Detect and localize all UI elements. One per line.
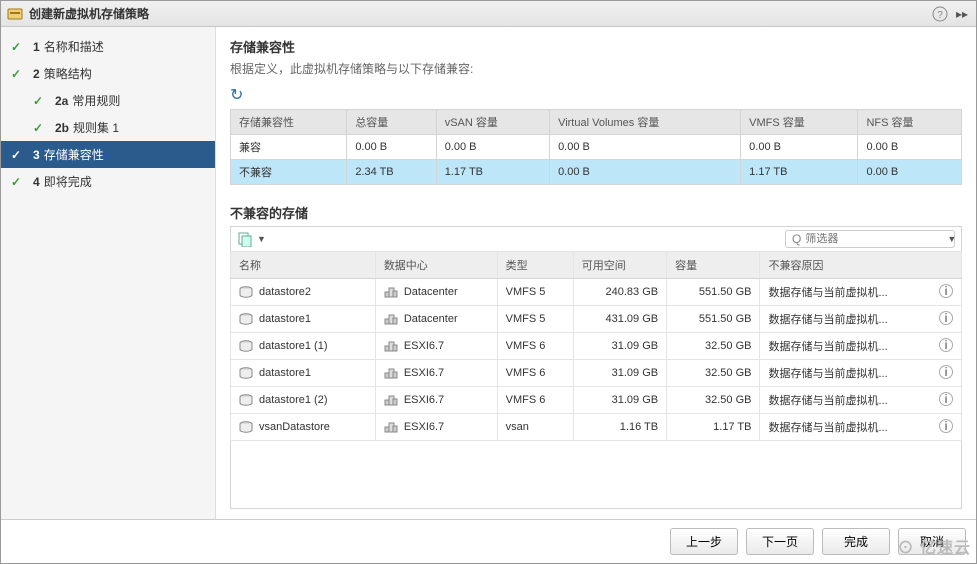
main-content: 存储兼容性 根据定义，此虚拟机存储策略与以下存储兼容: ↻ 存储兼容性总容量vS… xyxy=(216,27,976,519)
dialog-window: 创建新虚拟机存储策略 ? ▸▸ ✓1 名称和描述✓2 策略结构✓2a 常用规则✓… xyxy=(0,0,977,564)
datastore-icon xyxy=(239,367,253,379)
col-header[interactable]: 数据中心 xyxy=(375,252,497,279)
datacenter-icon xyxy=(384,286,398,298)
col-header[interactable]: 类型 xyxy=(497,252,573,279)
wizard-step-4[interactable]: ✓4 即将完成 xyxy=(1,168,215,195)
search-icon: Q xyxy=(792,232,801,246)
table-row[interactable]: datastore1 (2)ESXI6.7VMFS 631.09 GB32.50… xyxy=(231,387,962,414)
incompat-header-row: 名称数据中心类型可用空间容量不兼容原因 xyxy=(231,252,962,279)
datacenter-icon xyxy=(384,367,398,379)
table-row[interactable]: datastore2DatacenterVMFS 5240.83 GB551.5… xyxy=(231,279,962,306)
datacenter-icon xyxy=(384,394,398,406)
incompat-title: 不兼容的存储 xyxy=(230,203,962,222)
col-header[interactable]: Virtual Volumes 容量 xyxy=(550,110,741,135)
check-icon: ✓ xyxy=(33,121,47,135)
compatibility-table: 存储兼容性总容量vSAN 容量Virtual Volumes 容量VMFS 容量… xyxy=(230,109,962,185)
pin-icon[interactable]: ▸▸ xyxy=(954,7,970,21)
col-header[interactable]: 不兼容原因 xyxy=(760,252,962,279)
col-header[interactable]: 可用空间 xyxy=(573,252,666,279)
filter-input[interactable] xyxy=(805,233,947,245)
table-row[interactable]: datastore1 (1)ESXI6.7VMFS 631.09 GB32.50… xyxy=(231,333,962,360)
col-header[interactable]: vSAN 容量 xyxy=(436,110,549,135)
datastore-icon xyxy=(239,421,253,433)
wizard-step-3[interactable]: ✓3 存储兼容性 xyxy=(1,141,215,168)
svg-text:?: ? xyxy=(937,10,943,21)
datacenter-icon xyxy=(384,313,398,325)
wizard-sidebar: ✓1 名称和描述✓2 策略结构✓2a 常用规则✓2b 规则集 1✓3 存储兼容性… xyxy=(1,27,216,519)
help-icon[interactable]: ? xyxy=(932,6,948,22)
incompat-toolbar: ▼ Q ▼ xyxy=(230,226,962,251)
check-icon: ✓ xyxy=(11,148,25,162)
compat-body: 兼容0.00 B0.00 B0.00 B0.00 B0.00 B不兼容2.34 … xyxy=(231,135,962,185)
section-description: 根据定义，此虚拟机存储策略与以下存储兼容: xyxy=(230,60,962,77)
col-header[interactable]: NFS 容量 xyxy=(858,110,962,135)
datastore-icon xyxy=(239,394,253,406)
info-icon[interactable]: i xyxy=(939,365,953,379)
dialog-body: ✓1 名称和描述✓2 策略结构✓2a 常用规则✓2b 规则集 1✓3 存储兼容性… xyxy=(1,27,976,519)
wizard-step-2[interactable]: ✓2 策略结构 xyxy=(1,60,215,87)
storage-policy-icon xyxy=(7,6,23,22)
col-header[interactable]: 总容量 xyxy=(347,110,436,135)
datacenter-icon xyxy=(384,340,398,352)
col-header[interactable]: 名称 xyxy=(231,252,376,279)
table-row[interactable]: 不兼容2.34 TB1.17 TB0.00 B1.17 TB0.00 B xyxy=(231,160,962,185)
check-icon: ✓ xyxy=(33,94,47,108)
compat-header-row: 存储兼容性总容量vSAN 容量Virtual Volumes 容量VMFS 容量… xyxy=(231,110,962,135)
info-icon[interactable]: i xyxy=(939,338,953,352)
check-icon: ✓ xyxy=(11,67,25,81)
copy-icon[interactable] xyxy=(237,230,255,248)
table-row[interactable]: vsanDatastoreESXI6.7vsan1.16 TB1.17 TB数据… xyxy=(231,414,962,441)
info-icon[interactable]: i xyxy=(939,392,953,406)
filter-box[interactable]: Q ▼ xyxy=(785,230,955,248)
dialog-title: 创建新虚拟机存储策略 xyxy=(29,5,932,22)
cancel-button[interactable]: 取消 xyxy=(898,528,966,555)
table-row[interactable]: 兼容0.00 B0.00 B0.00 B0.00 B0.00 B xyxy=(231,135,962,160)
table-empty-area xyxy=(230,441,962,509)
refresh-icon[interactable]: ↻ xyxy=(230,85,962,105)
next-button[interactable]: 下一页 xyxy=(746,528,814,555)
datastore-icon xyxy=(239,313,253,325)
datastore-icon xyxy=(239,286,253,298)
info-icon[interactable]: i xyxy=(939,419,953,433)
section-title: 存储兼容性 xyxy=(230,37,962,56)
table-row[interactable]: datastore1DatacenterVMFS 5431.09 GB551.5… xyxy=(231,306,962,333)
check-icon: ✓ xyxy=(11,40,25,54)
button-bar: 上一步 下一页 完成 取消 xyxy=(1,519,976,563)
titlebar: 创建新虚拟机存储策略 ? ▸▸ xyxy=(1,1,976,27)
back-button[interactable]: 上一步 xyxy=(670,528,738,555)
incompat-table: 名称数据中心类型可用空间容量不兼容原因 datastore2Datacenter… xyxy=(230,251,962,441)
incompat-body: datastore2DatacenterVMFS 5240.83 GB551.5… xyxy=(231,279,962,441)
toolbar-dropdown-icon[interactable]: ▼ xyxy=(257,234,266,244)
filter-dropdown-icon[interactable]: ▼ xyxy=(947,234,956,244)
wizard-step-1[interactable]: ✓1 名称和描述 xyxy=(1,33,215,60)
info-icon[interactable]: i xyxy=(939,284,953,298)
table-row[interactable]: datastore1ESXI6.7VMFS 631.09 GB32.50 GB数… xyxy=(231,360,962,387)
datastore-icon xyxy=(239,340,253,352)
col-header[interactable]: 存储兼容性 xyxy=(231,110,347,135)
col-header[interactable]: 容量 xyxy=(667,252,760,279)
wizard-step-2a[interactable]: ✓2a 常用规则 xyxy=(1,87,215,114)
datacenter-icon xyxy=(384,421,398,433)
wizard-step-2b[interactable]: ✓2b 规则集 1 xyxy=(1,114,215,141)
info-icon[interactable]: i xyxy=(939,311,953,325)
finish-button[interactable]: 完成 xyxy=(822,528,890,555)
check-icon: ✓ xyxy=(11,175,25,189)
col-header[interactable]: VMFS 容量 xyxy=(741,110,858,135)
